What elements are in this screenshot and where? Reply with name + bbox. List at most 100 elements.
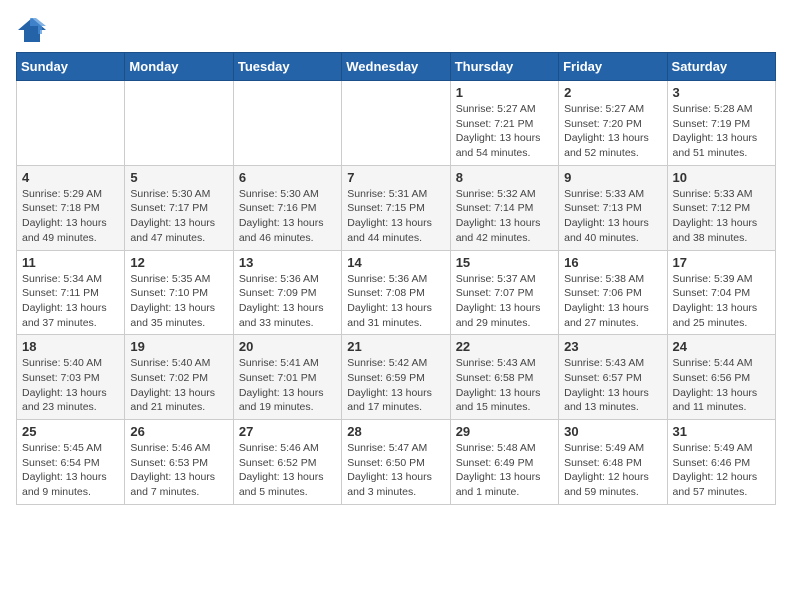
day-number: 12 (130, 255, 227, 270)
calendar-week-1: 1 Sunrise: 5:27 AM Sunset: 7:21 PM Daylig… (17, 81, 776, 166)
day-number: 3 (673, 85, 770, 100)
calendar-cell: 22 Sunrise: 5:43 AM Sunset: 6:58 PM Dayli… (450, 335, 558, 420)
day-info: Sunrise: 5:37 AM Sunset: 7:07 PM Dayligh… (456, 272, 553, 331)
day-info: Sunrise: 5:29 AM Sunset: 7:18 PM Dayligh… (22, 187, 119, 246)
calendar-cell: 21 Sunrise: 5:42 AM Sunset: 6:59 PM Dayli… (342, 335, 450, 420)
day-info: Sunrise: 5:46 AM Sunset: 6:53 PM Dayligh… (130, 441, 227, 500)
calendar-cell: 27 Sunrise: 5:46 AM Sunset: 6:52 PM Dayli… (233, 420, 341, 505)
day-info: Sunrise: 5:40 AM Sunset: 7:03 PM Dayligh… (22, 356, 119, 415)
calendar-cell: 6 Sunrise: 5:30 AM Sunset: 7:16 PM Daylig… (233, 165, 341, 250)
calendar-header-row: SundayMondayTuesdayWednesdayThursdayFrid… (17, 53, 776, 81)
calendar-cell: 5Sunrise: 5:30 AM Sunset: 7:17 PM Daylig… (125, 165, 233, 250)
day-number: 21 (347, 339, 444, 354)
calendar-table: SundayMondayTuesdayWednesdayThursdayFrid… (16, 52, 776, 505)
day-info: Sunrise: 5:36 AM Sunset: 7:09 PM Dayligh… (239, 272, 336, 331)
day-info: Sunrise: 5:48 AM Sunset: 6:49 PM Dayligh… (456, 441, 553, 500)
day-number: 24 (673, 339, 770, 354)
weekday-header-saturday: Saturday (667, 53, 775, 81)
day-info: Sunrise: 5:33 AM Sunset: 7:13 PM Dayligh… (564, 187, 661, 246)
calendar-cell: 1 Sunrise: 5:27 AM Sunset: 7:21 PM Daylig… (450, 81, 558, 166)
day-info: Sunrise: 5:38 AM Sunset: 7:06 PM Dayligh… (564, 272, 661, 331)
day-info: Sunrise: 5:49 AM Sunset: 6:46 PM Dayligh… (673, 441, 770, 500)
calendar-cell: 24 Sunrise: 5:44 AM Sunset: 6:56 PM Dayli… (667, 335, 775, 420)
calendar-cell: 12 Sunrise: 5:35 AM Sunset: 7:10 PM Dayli… (125, 250, 233, 335)
calendar-cell: 8Sunrise: 5:32 AM Sunset: 7:14 PM Daylig… (450, 165, 558, 250)
calendar-cell: 9 Sunrise: 5:33 AM Sunset: 7:13 PM Daylig… (559, 165, 667, 250)
day-number: 22 (456, 339, 553, 354)
day-info: Sunrise: 5:47 AM Sunset: 6:50 PM Dayligh… (347, 441, 444, 500)
calendar-cell: 19Sunrise: 5:40 AM Sunset: 7:02 PM Dayli… (125, 335, 233, 420)
day-number: 18 (22, 339, 119, 354)
calendar-week-3: 11 Sunrise: 5:34 AM Sunset: 7:11 PM Dayli… (17, 250, 776, 335)
day-number: 20 (239, 339, 336, 354)
day-number: 14 (347, 255, 444, 270)
day-number: 23 (564, 339, 661, 354)
day-number: 16 (564, 255, 661, 270)
calendar-cell: 18 Sunrise: 5:40 AM Sunset: 7:03 PM Dayli… (17, 335, 125, 420)
day-info: Sunrise: 5:27 AM Sunset: 7:21 PM Dayligh… (456, 102, 553, 161)
day-number: 13 (239, 255, 336, 270)
calendar-cell: 13 Sunrise: 5:36 AM Sunset: 7:09 PM Dayli… (233, 250, 341, 335)
day-info: Sunrise: 5:39 AM Sunset: 7:04 PM Dayligh… (673, 272, 770, 331)
calendar-cell: 7Sunrise: 5:31 AM Sunset: 7:15 PM Daylig… (342, 165, 450, 250)
calendar-week-5: 25 Sunrise: 5:45 AM Sunset: 6:54 PM Dayli… (17, 420, 776, 505)
calendar-cell: 23 Sunrise: 5:43 AM Sunset: 6:57 PM Dayli… (559, 335, 667, 420)
calendar-cell: 31 Sunrise: 5:49 AM Sunset: 6:46 PM Dayli… (667, 420, 775, 505)
calendar-cell: 2 Sunrise: 5:27 AM Sunset: 7:20 PM Daylig… (559, 81, 667, 166)
day-info: Sunrise: 5:43 AM Sunset: 6:58 PM Dayligh… (456, 356, 553, 415)
day-number: 28 (347, 424, 444, 439)
day-number: 17 (673, 255, 770, 270)
weekday-header-wednesday: Wednesday (342, 53, 450, 81)
logo-icon (16, 16, 48, 44)
day-info: Sunrise: 5:33 AM Sunset: 7:12 PM Dayligh… (673, 187, 770, 246)
day-number: 6 (239, 170, 336, 185)
day-info: Sunrise: 5:40 AM Sunset: 7:02 PM Dayligh… (130, 356, 227, 415)
day-info: Sunrise: 5:30 AM Sunset: 7:17 PM Dayligh… (130, 187, 227, 246)
day-number: 15 (456, 255, 553, 270)
day-number: 27 (239, 424, 336, 439)
day-info: Sunrise: 5:46 AM Sunset: 6:52 PM Dayligh… (239, 441, 336, 500)
day-info: Sunrise: 5:36 AM Sunset: 7:08 PM Dayligh… (347, 272, 444, 331)
day-number: 1 (456, 85, 553, 100)
calendar-week-4: 18 Sunrise: 5:40 AM Sunset: 7:03 PM Dayli… (17, 335, 776, 420)
calendar-cell: 3Sunrise: 5:28 AM Sunset: 7:19 PM Daylig… (667, 81, 775, 166)
day-number: 31 (673, 424, 770, 439)
day-info: Sunrise: 5:44 AM Sunset: 6:56 PM Dayligh… (673, 356, 770, 415)
calendar-cell: 30 Sunrise: 5:49 AM Sunset: 6:48 PM Dayli… (559, 420, 667, 505)
calendar-week-2: 4 Sunrise: 5:29 AM Sunset: 7:18 PM Daylig… (17, 165, 776, 250)
page-header (16, 16, 776, 44)
day-info: Sunrise: 5:49 AM Sunset: 6:48 PM Dayligh… (564, 441, 661, 500)
calendar-cell: 15 Sunrise: 5:37 AM Sunset: 7:07 PM Dayli… (450, 250, 558, 335)
weekday-header-sunday: Sunday (17, 53, 125, 81)
weekday-header-tuesday: Tuesday (233, 53, 341, 81)
day-info: Sunrise: 5:30 AM Sunset: 7:16 PM Dayligh… (239, 187, 336, 246)
calendar-cell: 14 Sunrise: 5:36 AM Sunset: 7:08 PM Dayli… (342, 250, 450, 335)
day-info: Sunrise: 5:34 AM Sunset: 7:11 PM Dayligh… (22, 272, 119, 331)
day-info: Sunrise: 5:45 AM Sunset: 6:54 PM Dayligh… (22, 441, 119, 500)
logo (16, 16, 52, 44)
day-number: 30 (564, 424, 661, 439)
calendar-cell: 29Sunrise: 5:48 AM Sunset: 6:49 PM Dayli… (450, 420, 558, 505)
day-number: 4 (22, 170, 119, 185)
day-info: Sunrise: 5:43 AM Sunset: 6:57 PM Dayligh… (564, 356, 661, 415)
day-number: 2 (564, 85, 661, 100)
day-number: 26 (130, 424, 227, 439)
day-number: 11 (22, 255, 119, 270)
day-number: 9 (564, 170, 661, 185)
day-info: Sunrise: 5:27 AM Sunset: 7:20 PM Dayligh… (564, 102, 661, 161)
calendar-cell: 20Sunrise: 5:41 AM Sunset: 7:01 PM Dayli… (233, 335, 341, 420)
day-number: 25 (22, 424, 119, 439)
day-number: 10 (673, 170, 770, 185)
weekday-header-friday: Friday (559, 53, 667, 81)
calendar-cell: 4 Sunrise: 5:29 AM Sunset: 7:18 PM Daylig… (17, 165, 125, 250)
calendar-cell: 28 Sunrise: 5:47 AM Sunset: 6:50 PM Dayli… (342, 420, 450, 505)
weekday-header-monday: Monday (125, 53, 233, 81)
day-info: Sunrise: 5:35 AM Sunset: 7:10 PM Dayligh… (130, 272, 227, 331)
calendar-cell: 17 Sunrise: 5:39 AM Sunset: 7:04 PM Dayli… (667, 250, 775, 335)
calendar-cell: 16 Sunrise: 5:38 AM Sunset: 7:06 PM Dayli… (559, 250, 667, 335)
calendar-cell (125, 81, 233, 166)
calendar-cell: 25 Sunrise: 5:45 AM Sunset: 6:54 PM Dayli… (17, 420, 125, 505)
day-info: Sunrise: 5:42 AM Sunset: 6:59 PM Dayligh… (347, 356, 444, 415)
calendar-cell: 10 Sunrise: 5:33 AM Sunset: 7:12 PM Dayli… (667, 165, 775, 250)
day-number: 8 (456, 170, 553, 185)
